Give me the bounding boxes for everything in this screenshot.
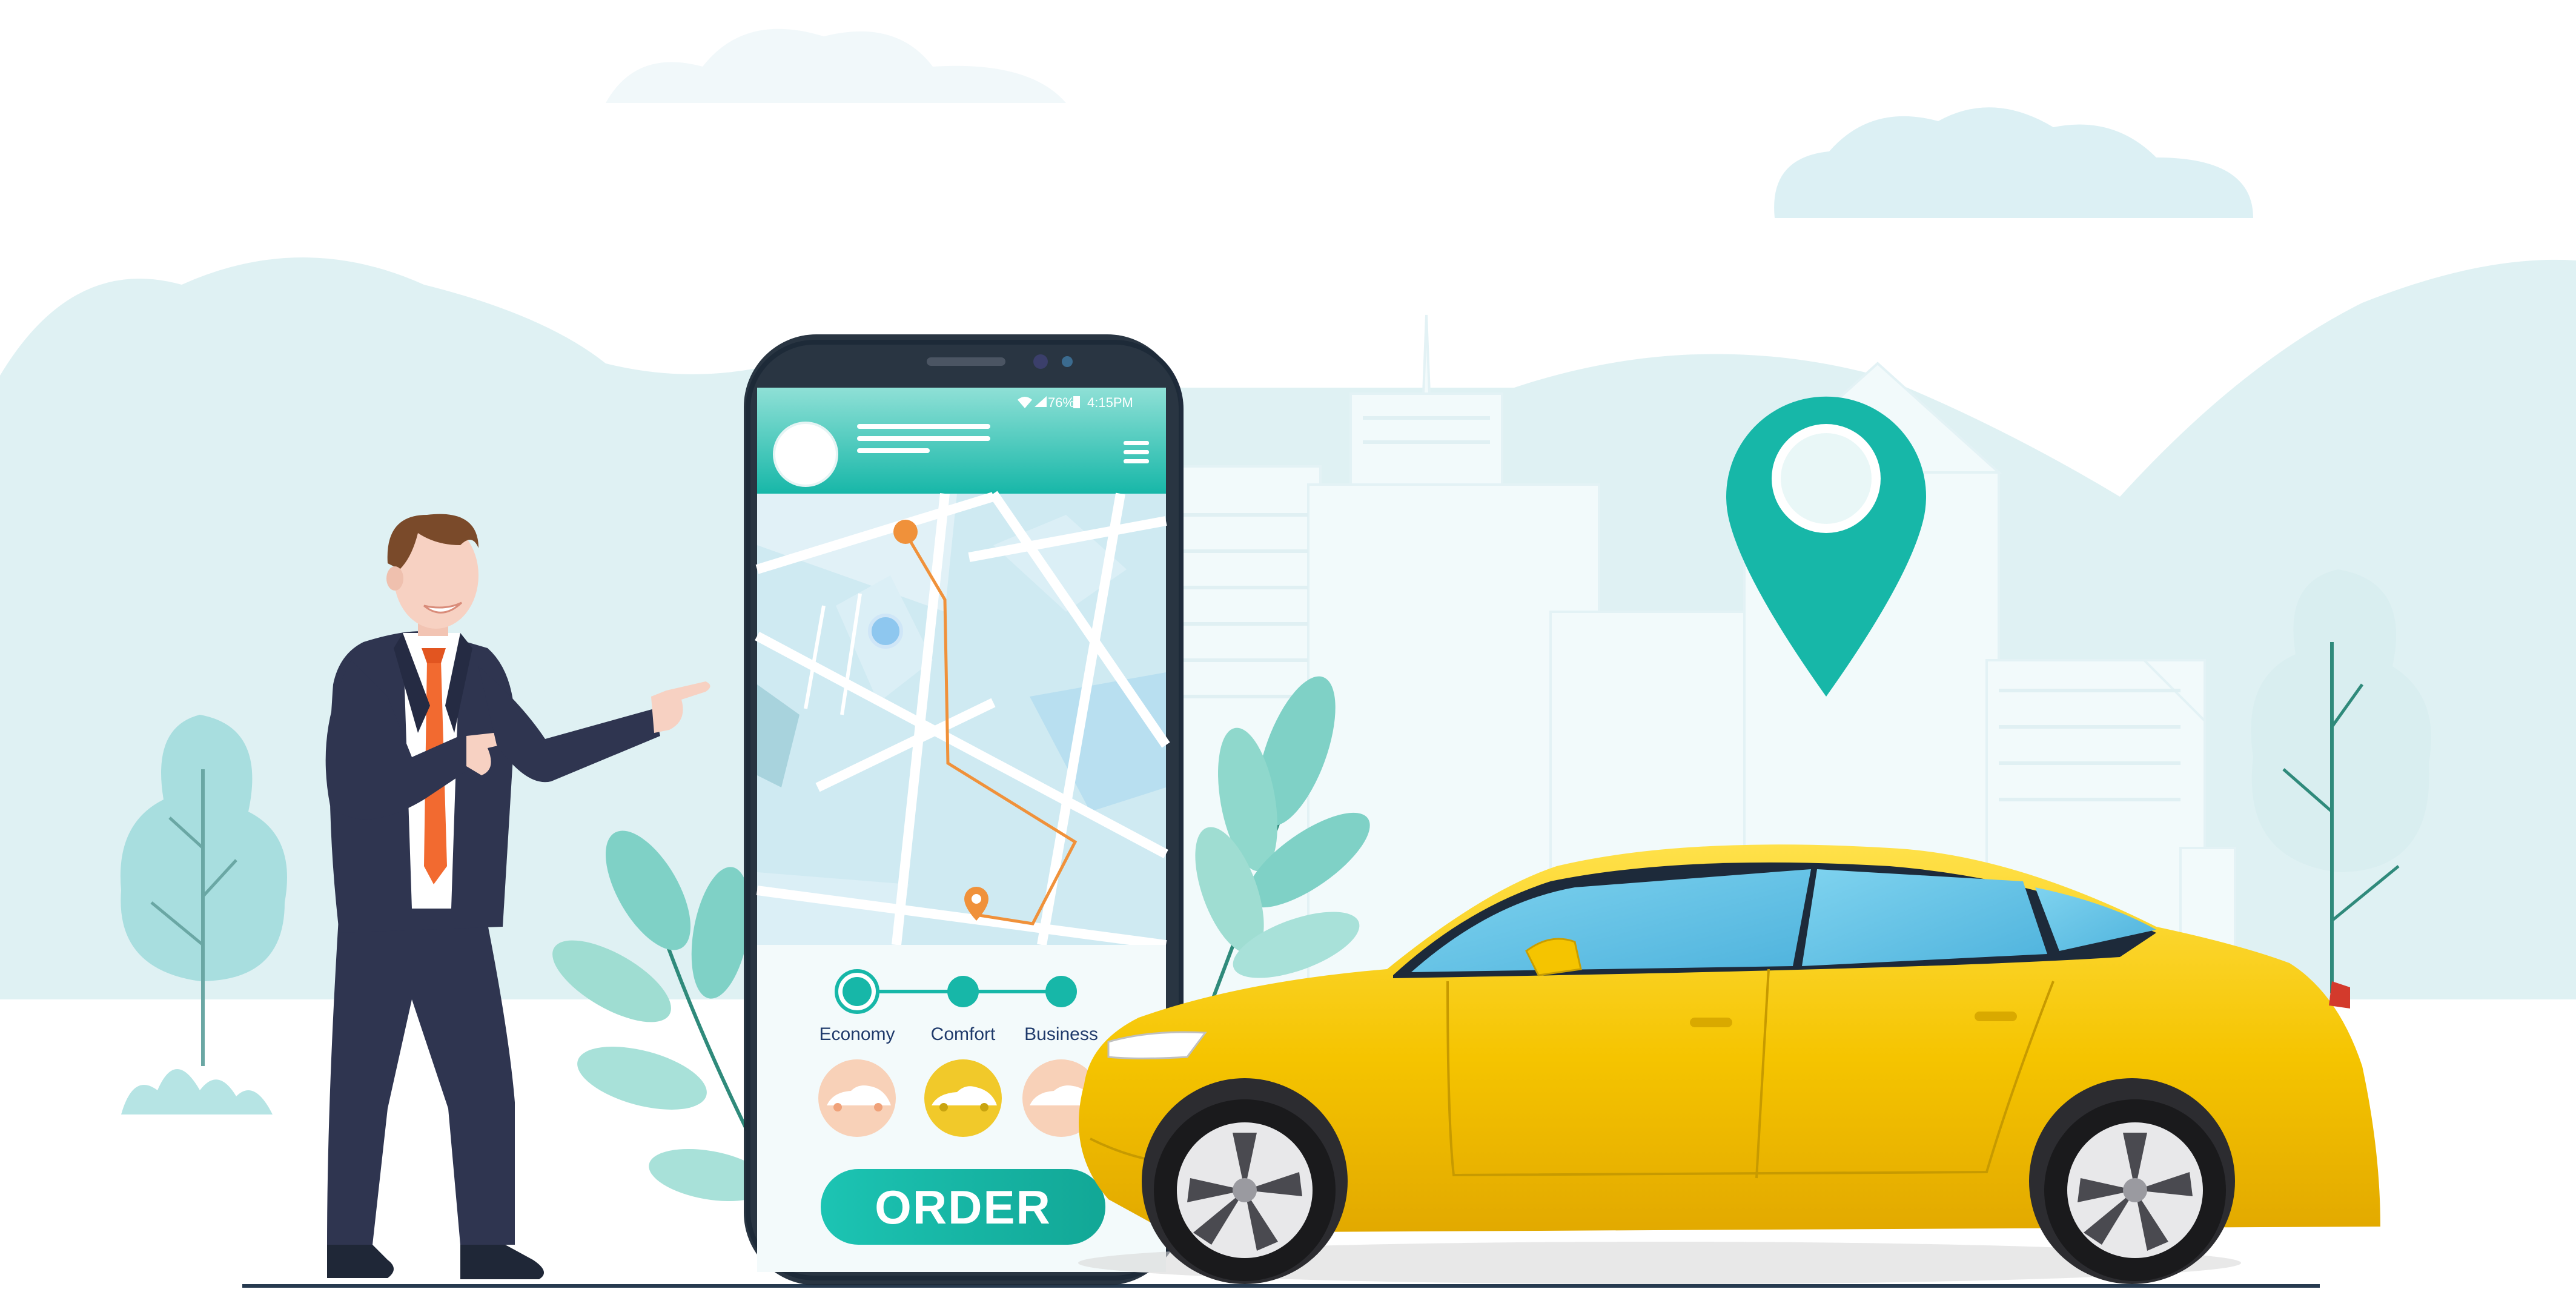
speaker-grille (927, 357, 1005, 366)
trousers (327, 909, 515, 1245)
class-step-comfort[interactable] (947, 976, 979, 1007)
class-labels: Economy Comfort Business (819, 1024, 1098, 1044)
door-handle (1975, 1012, 2017, 1021)
front-camera (1033, 354, 1048, 369)
class-label-business[interactable]: Business (1024, 1024, 1098, 1044)
class-label-economy[interactable]: Economy (819, 1024, 895, 1044)
left-shoe (327, 1242, 394, 1278)
rear-window (1802, 869, 2047, 966)
illustration-canvas: 76% 4:15PM Economy Comfort Business ORDE… (0, 28, 2576, 1288)
class-car-options (818, 1059, 1100, 1137)
order-button-label: ORDER (875, 1181, 1051, 1234)
economy-car-option[interactable] (818, 1059, 896, 1137)
ear (386, 566, 403, 591)
comfort-car-option[interactable] (924, 1059, 1002, 1137)
battery-percent: 76% (1048, 395, 1074, 410)
rear-wheel (2044, 1099, 2226, 1281)
cloud (606, 28, 1066, 103)
door-handle (1690, 1018, 1732, 1027)
order-button[interactable]: ORDER (821, 1169, 1105, 1245)
class-label-comfort[interactable]: Comfort (931, 1024, 996, 1044)
avatar[interactable] (773, 422, 838, 487)
route-map[interactable] (755, 491, 1170, 950)
right-shoe (460, 1242, 544, 1279)
hamburger-menu-icon[interactable] (1124, 441, 1149, 463)
class-step-business[interactable] (1045, 976, 1077, 1007)
route-start-dot (893, 520, 918, 544)
battery-icon (1073, 396, 1080, 408)
taxi-app-illustration: 76% 4:15PM Economy Comfort Business ORDE… (0, 0, 2576, 1292)
front-wheel (1154, 1099, 1336, 1281)
clock: 4:15PM (1087, 395, 1133, 410)
current-location-dot (868, 614, 903, 649)
cloud (1774, 107, 2253, 218)
